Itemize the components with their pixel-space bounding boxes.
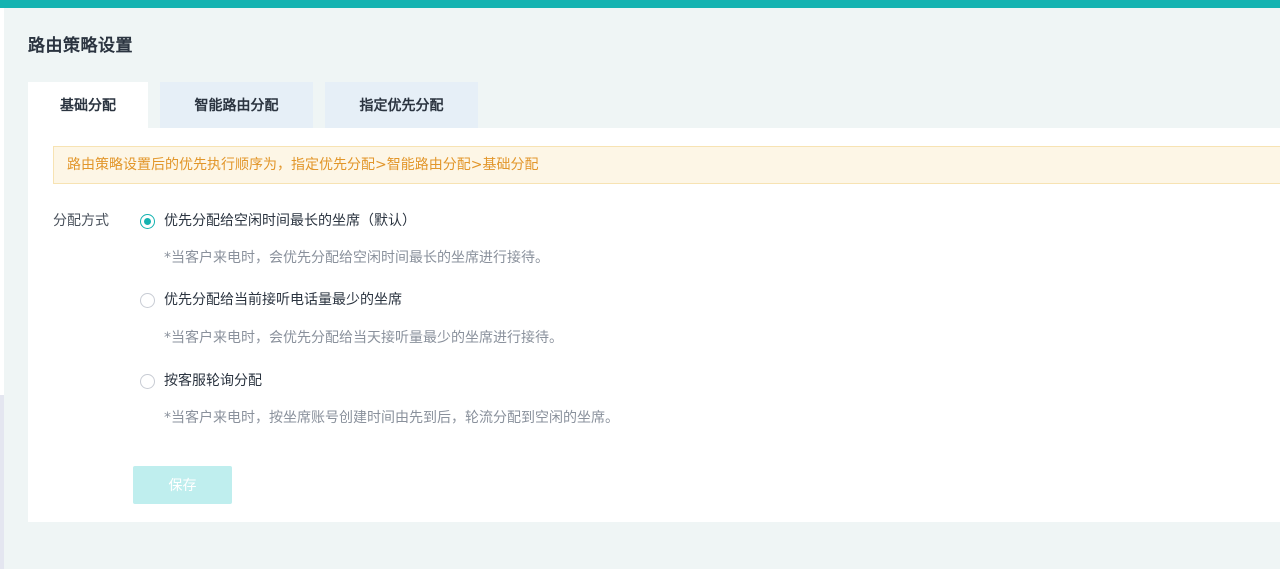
option-hint: *当客户来电时，按坐席账号创建时间由先到后，轮流分配到空闲的坐席。 [164, 410, 619, 426]
tab-basic-assignment[interactable]: 基础分配 [28, 82, 148, 128]
option-label: 按客服轮询分配 [164, 373, 262, 389]
option-label: 优先分配给空闲时间最长的坐席（默认） [164, 213, 416, 229]
top-accent-bar [0, 0, 1280, 8]
save-button[interactable]: 保存 [133, 466, 232, 504]
radio-button[interactable] [140, 373, 155, 389]
option-label: 优先分配给当前接听电话量最少的坐席 [164, 292, 402, 308]
tab-bar: 基础分配 智能路由分配 指定优先分配 [28, 82, 478, 128]
option-least-calls[interactable]: 优先分配给当前接听电话量最少的坐席 [140, 290, 402, 310]
page-title: 路由策略设置 [28, 36, 133, 56]
notice-banner: 路由策略设置后的优先执行顺序为，指定优先分配>智能路由分配>基础分配 [53, 146, 1280, 184]
radio-button[interactable] [140, 292, 155, 308]
option-hint: *当客户来电时，会优先分配给空闲时间最长的坐席进行接待。 [164, 250, 549, 266]
option-longest-idle[interactable]: 优先分配给空闲时间最长的坐席（默认） [140, 211, 416, 231]
settings-panel: 路由策略设置后的优先执行顺序为，指定优先分配>智能路由分配>基础分配 分配方式 … [28, 128, 1280, 522]
option-round-robin[interactable]: 按客服轮询分配 [140, 371, 262, 391]
tab-smart-routing[interactable]: 智能路由分配 [160, 82, 313, 128]
option-hint: *当客户来电时，会优先分配给当天接听量最少的坐席进行接待。 [164, 330, 563, 346]
assignment-method-label: 分配方式 [53, 213, 109, 229]
tab-priority-assignment[interactable]: 指定优先分配 [325, 82, 478, 128]
page-edge-shadow [0, 395, 4, 569]
radio-button-checked[interactable] [140, 213, 155, 229]
